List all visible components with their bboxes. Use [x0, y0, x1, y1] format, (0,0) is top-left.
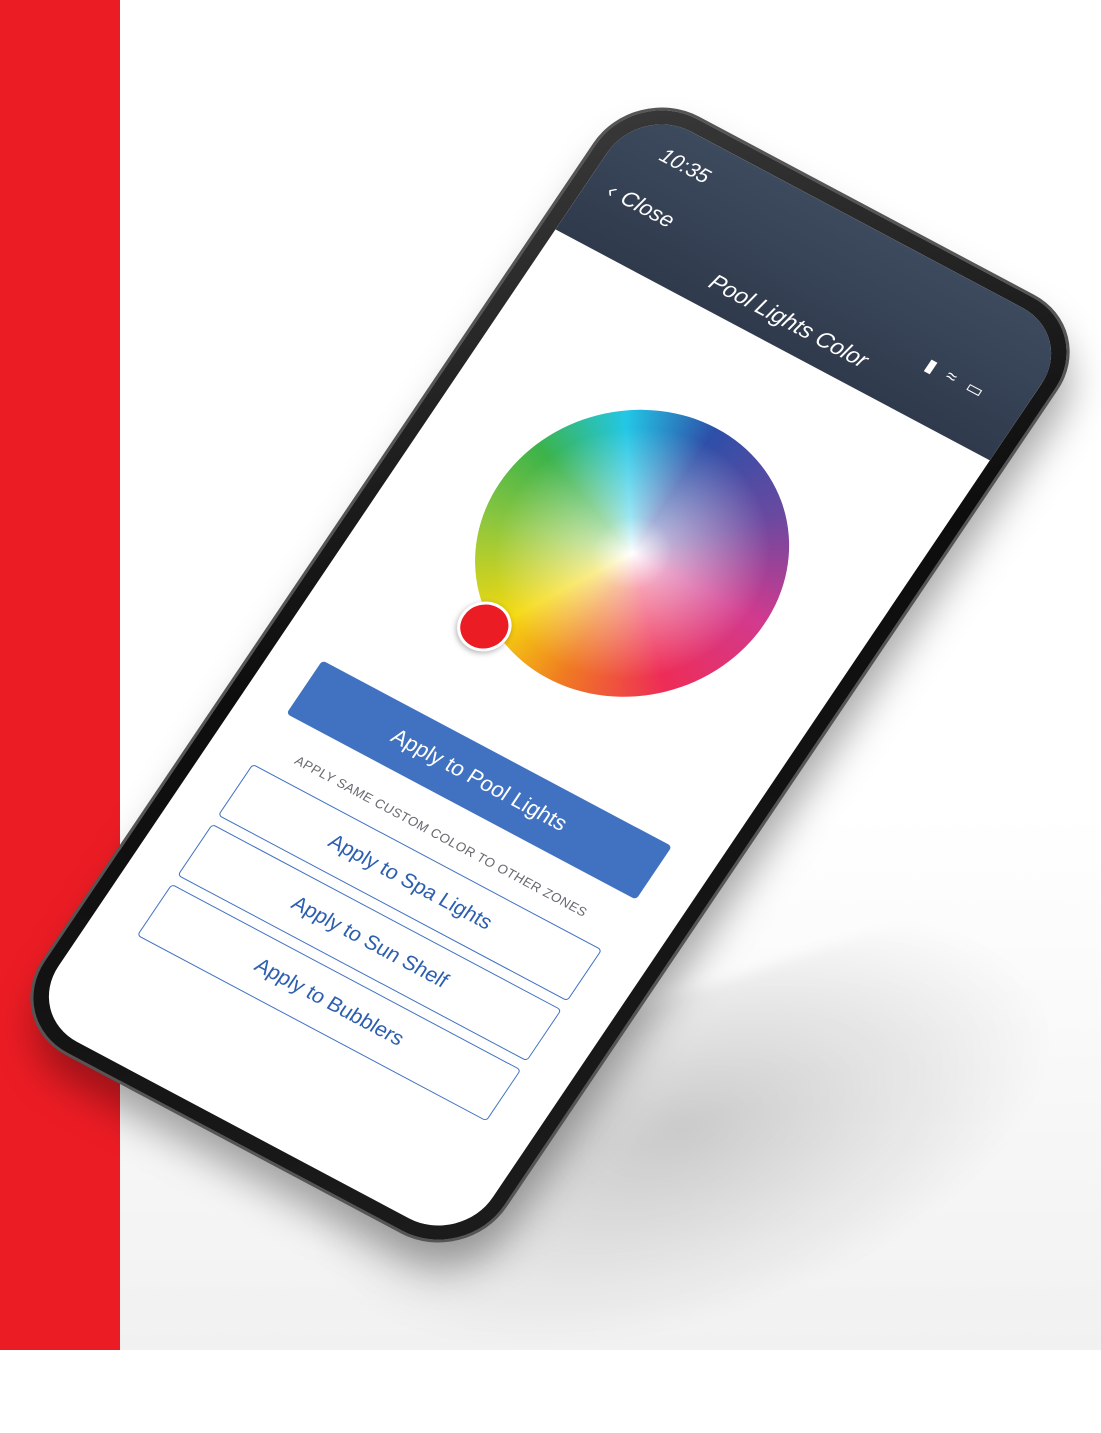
- color-wheel-area: [415, 357, 849, 749]
- status-time: 10:35: [655, 144, 715, 189]
- battery-icon: ▭: [961, 376, 992, 404]
- brand-red-bar: [0, 0, 120, 1350]
- color-wheel[interactable]: [415, 357, 849, 749]
- signal-icon: ▮: [921, 355, 945, 379]
- wifi-icon: ≈: [941, 365, 966, 390]
